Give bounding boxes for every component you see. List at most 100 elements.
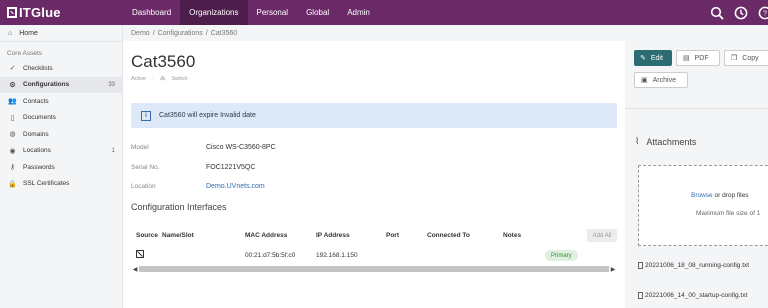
edit-label: Edit — [650, 54, 663, 62]
sidebar-item-count: 1 — [111, 147, 115, 154]
search-icon[interactable] — [710, 6, 724, 20]
field-location: Location Demo.UVnets.com — [131, 177, 276, 197]
field-label: Model — [131, 144, 149, 152]
attachment-name[interactable]: 20221006_14_00_startup-config.txt — [645, 292, 747, 299]
edit-icon: ✎ — [640, 55, 646, 62]
edit-button[interactable]: ✎ Edit — [634, 50, 672, 66]
copy-button[interactable]: ❐ Copy — [724, 50, 768, 66]
field-label: Serial No. — [131, 163, 160, 171]
column-header-name: Name/Slot — [162, 232, 194, 239]
sidebar-item-label: Domains — [23, 130, 49, 138]
breadcrumb-demo[interactable]: Demo — [131, 30, 150, 37]
top-nav: ITGlue Dashboard Organizations Personal … — [0, 0, 768, 25]
svg-text:?: ? — [763, 10, 767, 17]
nav-dashboard[interactable]: Dashboard — [123, 0, 180, 25]
attachment-item[interactable]: 20221006_18_08_running-config.txt — [638, 262, 749, 269]
document-icon: ▯ — [10, 114, 15, 122]
status-label: Active — [131, 76, 146, 82]
interfaces-heading: Configuration Interfaces — [131, 202, 227, 212]
nav-personal[interactable]: Personal — [248, 0, 298, 25]
nav-global[interactable]: Global — [297, 0, 338, 25]
pin-icon: ◉ — [9, 147, 16, 155]
sidebar-item-checklists[interactable]: ✓ Checklists — [0, 60, 122, 77]
field-label: Location — [131, 183, 156, 191]
logo-text: ITGlue — [19, 5, 61, 20]
attachment-item[interactable]: 20221006_14_00_startup-config.txt — [638, 292, 747, 299]
add-all-button[interactable]: Add All — [587, 229, 617, 242]
sidebar-item-label: Passwords — [23, 163, 55, 171]
scrollbar-thumb[interactable] — [139, 266, 609, 272]
breadcrumb-configurations[interactable]: Configurations — [158, 30, 203, 37]
sidebar-item-documents[interactable]: ▯ Documents — [0, 110, 122, 127]
switch-icon: ⁂ — [159, 76, 166, 82]
cell-ip: 192.168.1.150 — [316, 251, 358, 259]
file-dropzone[interactable] — [638, 165, 768, 246]
browse-link[interactable]: Browse — [691, 192, 713, 199]
column-header-port: Port — [386, 232, 399, 239]
type-label: Switch — [171, 76, 188, 82]
lock-icon: 🔒 — [8, 180, 17, 188]
column-header-ip: IP Address — [316, 232, 350, 239]
field-value: FOC1221V5QC — [206, 163, 256, 171]
check-icon: ✓ — [9, 65, 16, 73]
sidebar-item-label: Locations — [23, 147, 51, 155]
scroll-left-icon[interactable]: ◀ — [131, 266, 139, 273]
file-icon — [638, 262, 643, 269]
contacts-icon: 👥 — [8, 98, 17, 106]
breadcrumb-separator: / — [205, 29, 208, 37]
table-header: Source Name/Slot MAC Address IP Address … — [131, 227, 617, 244]
attachments-title: Attachments — [646, 136, 697, 147]
scrollbar-track[interactable] — [139, 266, 609, 272]
sidebar-item-configurations[interactable]: ⚙ Configurations 33 — [0, 76, 122, 93]
field-value: Cisco WS-C3560-8PC — [206, 144, 276, 152]
key-icon: ⚷ — [9, 164, 16, 172]
sidebar-item-passwords[interactable]: ⚷ Passwords — [0, 159, 122, 176]
source-icon — [131, 250, 162, 260]
clock-icon[interactable] — [734, 6, 748, 20]
right-panel: ✎ Edit ▤ PDF ❐ Copy ▣ Archive ⌇ Attachme… — [625, 25, 768, 308]
breadcrumb: Demo / Configurations / Cat3560 — [123, 25, 625, 41]
sidebar-item-home[interactable]: ⌂ Home — [0, 25, 122, 42]
sidebar-item-ssl-certificates[interactable]: 🔒 SSL Certificates — [0, 176, 122, 193]
cell-mac: 00:21:d7:5b:5f:c0 — [245, 251, 296, 259]
archive-label: Archive — [652, 76, 676, 84]
sidebar-item-domains[interactable]: ◍ Domains — [0, 126, 122, 143]
archive-button[interactable]: ▣ Archive — [634, 72, 688, 88]
table-scrollbar[interactable]: ◀ ▶ — [131, 265, 617, 273]
sidebar-item-label: Configurations — [23, 81, 70, 89]
sidebar-item-label: Documents — [23, 114, 56, 122]
field-serial: Serial No. FOC1221V5QC — [131, 158, 276, 178]
sidebar: ⌂ Home Core Assets ✓ Checklists ⚙ Config… — [0, 25, 123, 308]
sidebar-item-label: Checklists — [23, 64, 53, 72]
pdf-icon: ▤ — [683, 55, 690, 62]
logo-mark-icon — [7, 7, 17, 18]
column-header-connected: Connected To — [427, 232, 470, 239]
copy-icon: ❐ — [731, 55, 738, 62]
interfaces-table: Source Name/Slot MAC Address IP Address … — [131, 227, 617, 266]
field-model: Model Cisco WS-C3560-8PC — [131, 138, 276, 158]
sidebar-item-locations[interactable]: ◉ Locations 1 — [0, 143, 122, 160]
help-icon[interactable]: ? — [758, 6, 768, 20]
paperclip-icon: ⌇ — [635, 136, 640, 146]
sidebar-item-label: Contacts — [23, 97, 49, 105]
gear-icon: ⚙ — [9, 81, 16, 89]
archive-icon: ▣ — [641, 77, 648, 84]
alert-text: Cat3560 will expire Invalid date — [159, 112, 256, 119]
itglue-logo[interactable]: ITGlue — [0, 0, 123, 25]
nav-admin[interactable]: Admin — [338, 0, 379, 25]
sidebar-item-contacts[interactable]: 👥 Contacts — [0, 93, 122, 110]
panel-divider — [625, 108, 768, 109]
column-header-source: Source — [136, 232, 159, 239]
pdf-button[interactable]: ▤ PDF — [676, 50, 720, 66]
sidebar-home-label: Home — [19, 29, 38, 37]
nav-organizations[interactable]: Organizations — [180, 0, 248, 25]
column-header-notes: Notes — [503, 232, 522, 239]
column-header-mac: MAC Address — [245, 232, 288, 239]
scroll-right-icon[interactable]: ▶ — [609, 266, 617, 273]
location-link[interactable]: Demo.UVnets.com — [206, 183, 265, 190]
attachments-heading: ⌇ Attachments — [635, 136, 696, 147]
attachment-name[interactable]: 20221006_18_08_running-config.txt — [645, 262, 749, 269]
meta-separator: · — [151, 76, 154, 82]
primary-badge: Primary — [545, 250, 578, 261]
pdf-label: PDF — [694, 54, 709, 62]
